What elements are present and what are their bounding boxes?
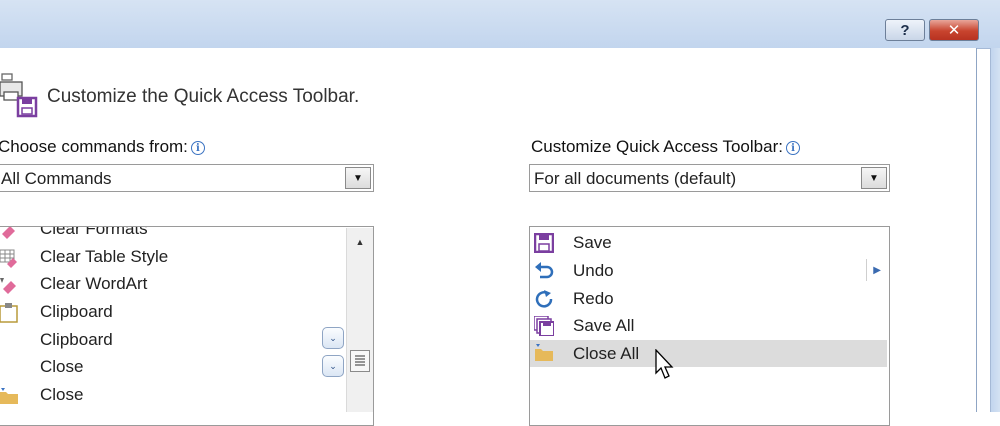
- save-icon: [534, 233, 554, 253]
- customize-toolbar-label: Customize Quick Access Toolbar: i: [531, 137, 800, 157]
- dropdown-arrow-icon[interactable]: ▼: [861, 167, 887, 189]
- folder-icon: [0, 388, 18, 404]
- choose-commands-label: Choose commands from: i: [0, 137, 205, 157]
- scroll-up-icon[interactable]: ▲: [347, 232, 373, 252]
- expand-group-button[interactable]: ⌄: [322, 355, 344, 377]
- commands-source-dropdown[interactable]: All Commands ▼: [0, 164, 374, 192]
- list-item[interactable]: Save: [530, 229, 887, 256]
- clipboard-icon: [0, 303, 18, 323]
- list-item-label: Redo: [573, 289, 614, 308]
- list-item[interactable]: Redo: [530, 285, 887, 312]
- list-item[interactable]: Close: [0, 381, 347, 408]
- list-item[interactable]: Clear Table Style: [0, 243, 347, 270]
- commands-source-value: All Commands: [1, 169, 112, 188]
- list-item-label: Clipboard: [40, 330, 113, 349]
- folder-icon: [535, 344, 553, 361]
- list-item-label: Clear WordArt: [40, 274, 148, 293]
- expand-arrow-icon[interactable]: ▶: [866, 259, 881, 281]
- chevron-down-icon: ⌄: [329, 332, 337, 343]
- help-button[interactable]: ?: [885, 19, 925, 41]
- list-item[interactable]: Save All: [530, 312, 887, 339]
- table-eraser-icon: [0, 249, 17, 268]
- close-button[interactable]: ✕: [929, 19, 979, 41]
- chevron-down-icon: ⌄: [329, 360, 337, 371]
- page-title: Customize the Quick Access Toolbar.: [47, 86, 360, 107]
- customize-toolbar-text: Customize Quick Access Toolbar:: [531, 137, 783, 156]
- info-icon[interactable]: i: [785, 140, 800, 155]
- mouse-cursor-icon: [655, 349, 674, 379]
- info-icon[interactable]: i: [190, 140, 205, 155]
- commands-list[interactable]: Clear Formats Clear Table Style Clear Wo…: [0, 226, 374, 426]
- eraser-icon: [0, 278, 16, 294]
- menu-lines-icon: [355, 355, 365, 366]
- list-item-label: Close All: [573, 344, 640, 363]
- title-bar: ? ✕: [0, 0, 1000, 49]
- list-item-label: Undo: [573, 261, 614, 280]
- expand-group-button[interactable]: ⌄: [322, 327, 344, 349]
- redo-icon: [535, 290, 553, 308]
- list-item[interactable]: Clipboard: [0, 298, 347, 325]
- list-item-label: Close: [40, 357, 84, 376]
- list-item[interactable]: Clear Formats: [0, 226, 347, 242]
- list-item[interactable]: Clipboard: [0, 326, 347, 353]
- list-item[interactable]: Undo: [530, 257, 887, 284]
- toolbar-scope-value: For all documents (default): [534, 169, 737, 188]
- list-item-label: Clear Table Style: [40, 247, 169, 266]
- toolbar-items-list[interactable]: Save Undo Redo Save All Close All: [529, 226, 890, 426]
- split-button[interactable]: [350, 350, 370, 372]
- undo-icon: [535, 262, 554, 279]
- list-item-label: Clear Formats: [40, 226, 148, 238]
- commands-scrollbar[interactable]: ▲: [346, 228, 373, 412]
- list-item-label: Save All: [573, 316, 635, 335]
- dialog-window: ? ✕ Customize the Quick Access Toolbar. …: [0, 0, 1000, 426]
- toolbar-scope-dropdown[interactable]: For all documents (default) ▼: [529, 164, 890, 192]
- quick-access-toolbar-icon: [0, 73, 38, 118]
- eraser-icon: [2, 227, 15, 239]
- window-border: [990, 48, 1000, 412]
- list-item-label: Close: [40, 385, 84, 404]
- list-item-label: Clipboard: [40, 302, 113, 321]
- list-item-selected[interactable]: Close All: [530, 340, 887, 367]
- list-item-label: Save: [573, 233, 612, 252]
- list-item[interactable]: Close: [0, 353, 347, 380]
- dropdown-arrow-icon[interactable]: ▼: [345, 167, 371, 189]
- list-item[interactable]: Clear WordArt: [0, 270, 347, 297]
- choose-commands-text: Choose commands from:: [0, 137, 188, 156]
- save-all-icon: [534, 316, 554, 336]
